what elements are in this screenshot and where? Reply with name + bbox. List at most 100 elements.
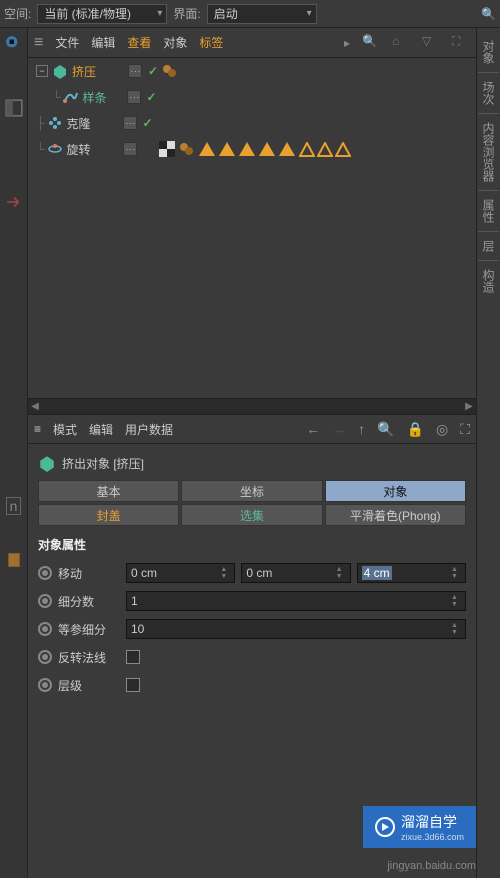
filter-icon[interactable]: ▽: [422, 34, 440, 52]
tree-row-lathe[interactable]: └ 旋转: [28, 136, 476, 162]
menu-mode[interactable]: 模式: [53, 421, 77, 438]
cloner-icon: [47, 115, 63, 131]
keyframe-radio[interactable]: [38, 566, 52, 580]
tab-caps[interactable]: 封盖: [38, 504, 179, 526]
arrow-icon[interactable]: [2, 190, 26, 214]
scroll-track[interactable]: [56, 402, 448, 412]
prop-flip: 反转法线: [38, 643, 466, 671]
enable-check[interactable]: ✓: [143, 116, 153, 130]
scroll-right-icon[interactable]: ▶: [462, 400, 476, 414]
triangle-outline-tag-icon[interactable]: [317, 142, 331, 156]
n-icon[interactable]: n: [2, 494, 26, 518]
target-icon[interactable]: ◎: [436, 421, 448, 438]
tree-label[interactable]: 样条: [83, 89, 107, 106]
tab-basic[interactable]: 基本: [38, 480, 179, 502]
tab-structure[interactable]: 构造: [478, 261, 499, 301]
menu-tags[interactable]: 标签: [199, 34, 223, 51]
flip-checkbox[interactable]: [126, 650, 140, 664]
interface-dropdown[interactable]: 启动: [207, 4, 317, 24]
spline-icon: [63, 89, 79, 105]
checker-tag-icon[interactable]: [159, 141, 175, 157]
prop-subdiv: 细分数 1▲▼: [38, 587, 466, 615]
tab-phong[interactable]: 平滑着色(Phong): [325, 504, 466, 526]
right-sidebar-tabs: 对象 场次 内容浏览器 属性 层 构造: [476, 28, 500, 878]
triangle-tag-icon[interactable]: [199, 142, 215, 156]
expand-icon[interactable]: ⛶: [452, 34, 470, 52]
tree-row-cloner[interactable]: ├ 克隆 ✓: [28, 110, 476, 136]
up-icon[interactable]: ↑: [358, 421, 365, 437]
camera-icon[interactable]: [2, 32, 26, 56]
tree-row-spline[interactable]: └ 样条 ✓: [28, 84, 476, 110]
triangle-tag-icon[interactable]: [259, 142, 275, 156]
layer-dots[interactable]: [128, 64, 142, 78]
interface-label: 界面:: [173, 5, 200, 22]
tab-coord[interactable]: 坐标: [181, 480, 322, 502]
keyframe-radio[interactable]: [38, 622, 52, 636]
tab-attributes[interactable]: 属性: [478, 191, 499, 232]
keyframe-radio[interactable]: [38, 678, 52, 692]
tree-label[interactable]: 挤压: [72, 63, 96, 80]
menu-edit[interactable]: 编辑: [91, 34, 115, 51]
hierarchy-checkbox[interactable]: [126, 678, 140, 692]
extrude-icon: [38, 454, 56, 472]
triangle-outline-tag-icon[interactable]: [335, 142, 349, 156]
menu-edit2[interactable]: 编辑: [89, 421, 113, 438]
phong-tag-icon[interactable]: [179, 141, 195, 157]
tab-selection[interactable]: 选集: [181, 504, 322, 526]
tab-object[interactable]: 对象: [325, 480, 466, 502]
layer-dots[interactable]: [127, 90, 141, 104]
enable-check[interactable]: ✓: [147, 90, 157, 104]
subdiv-input[interactable]: 1▲▼: [126, 591, 466, 611]
object-manager-header: ≡ 文件 编辑 查看 对象 标签 ▸ 🔍 ⌂ ▽ ⛶: [28, 28, 476, 58]
tab-objects[interactable]: 对象: [478, 32, 499, 73]
triangle-tag-icon[interactable]: [239, 142, 255, 156]
tab-layers[interactable]: 层: [478, 232, 499, 261]
tree-row-extrude[interactable]: − 挤压 ✓: [28, 58, 476, 84]
tab-browser[interactable]: 内容浏览器: [478, 114, 499, 191]
search-icon-3[interactable]: 🔍: [377, 421, 394, 438]
tree-label[interactable]: 旋转: [67, 141, 91, 158]
isoparm-input[interactable]: 10▲▼: [126, 619, 466, 639]
keyframe-radio[interactable]: [38, 650, 52, 664]
more-icon[interactable]: ▸: [344, 36, 350, 50]
panel-icon[interactable]: [2, 96, 26, 120]
forward-icon[interactable]: →: [332, 421, 346, 437]
lock-icon[interactable]: 🔒: [407, 421, 424, 438]
hamburger-icon[interactable]: ≡: [34, 34, 43, 52]
search-icon-2[interactable]: 🔍: [362, 34, 380, 52]
keyframe-radio[interactable]: [38, 594, 52, 608]
prop-label: 细分数: [58, 593, 120, 610]
main-area: ≡ 文件 编辑 查看 对象 标签 ▸ 🔍 ⌂ ▽ ⛶ − 挤压 ✓ └: [28, 28, 476, 878]
horizontal-scrollbar[interactable]: ◀ ▶: [28, 398, 476, 414]
scroll-left-icon[interactable]: ◀: [28, 400, 42, 414]
hamburger-icon[interactable]: ≡: [34, 422, 41, 436]
space-dropdown[interactable]: 当前 (标准/物理): [37, 4, 167, 24]
url-watermark: jingyan.baidu.com: [387, 860, 476, 872]
phong-tag-icon[interactable]: [162, 63, 178, 79]
tab-takes[interactable]: 场次: [478, 73, 499, 114]
section-title: 对象属性: [38, 528, 466, 559]
move-z-input[interactable]: 4 cm▲▼: [357, 563, 466, 583]
menu-object[interactable]: 对象: [163, 34, 187, 51]
search-icon[interactable]: 🔍: [481, 7, 496, 21]
back-icon[interactable]: ←: [306, 421, 320, 437]
menu-file[interactable]: 文件: [55, 34, 79, 51]
menu-view[interactable]: 查看: [127, 34, 151, 51]
enable-check[interactable]: ✓: [148, 64, 158, 78]
triangle-outline-tag-icon[interactable]: [299, 142, 313, 156]
expand-icon-2[interactable]: ⛶: [460, 421, 470, 438]
object-tree[interactable]: − 挤压 ✓ └ 样条 ✓ ├: [28, 58, 476, 398]
move-y-input[interactable]: 0 cm▲▼: [241, 563, 350, 583]
tree-collapse-icon[interactable]: −: [36, 65, 48, 77]
home-icon[interactable]: ⌂: [392, 34, 410, 52]
brand-watermark: 溜溜自学 zixue.3d66.com: [363, 806, 476, 848]
move-x-input[interactable]: 0 cm▲▼: [126, 563, 235, 583]
layer-dots[interactable]: [123, 142, 137, 156]
menu-userdata[interactable]: 用户数据: [125, 421, 173, 438]
triangle-tag-icon[interactable]: [279, 142, 295, 156]
tree-label[interactable]: 克隆: [67, 115, 91, 132]
film-icon[interactable]: [2, 548, 26, 572]
prop-label: 等参细分: [58, 621, 120, 638]
layer-dots[interactable]: [123, 116, 137, 130]
triangle-tag-icon[interactable]: [219, 142, 235, 156]
